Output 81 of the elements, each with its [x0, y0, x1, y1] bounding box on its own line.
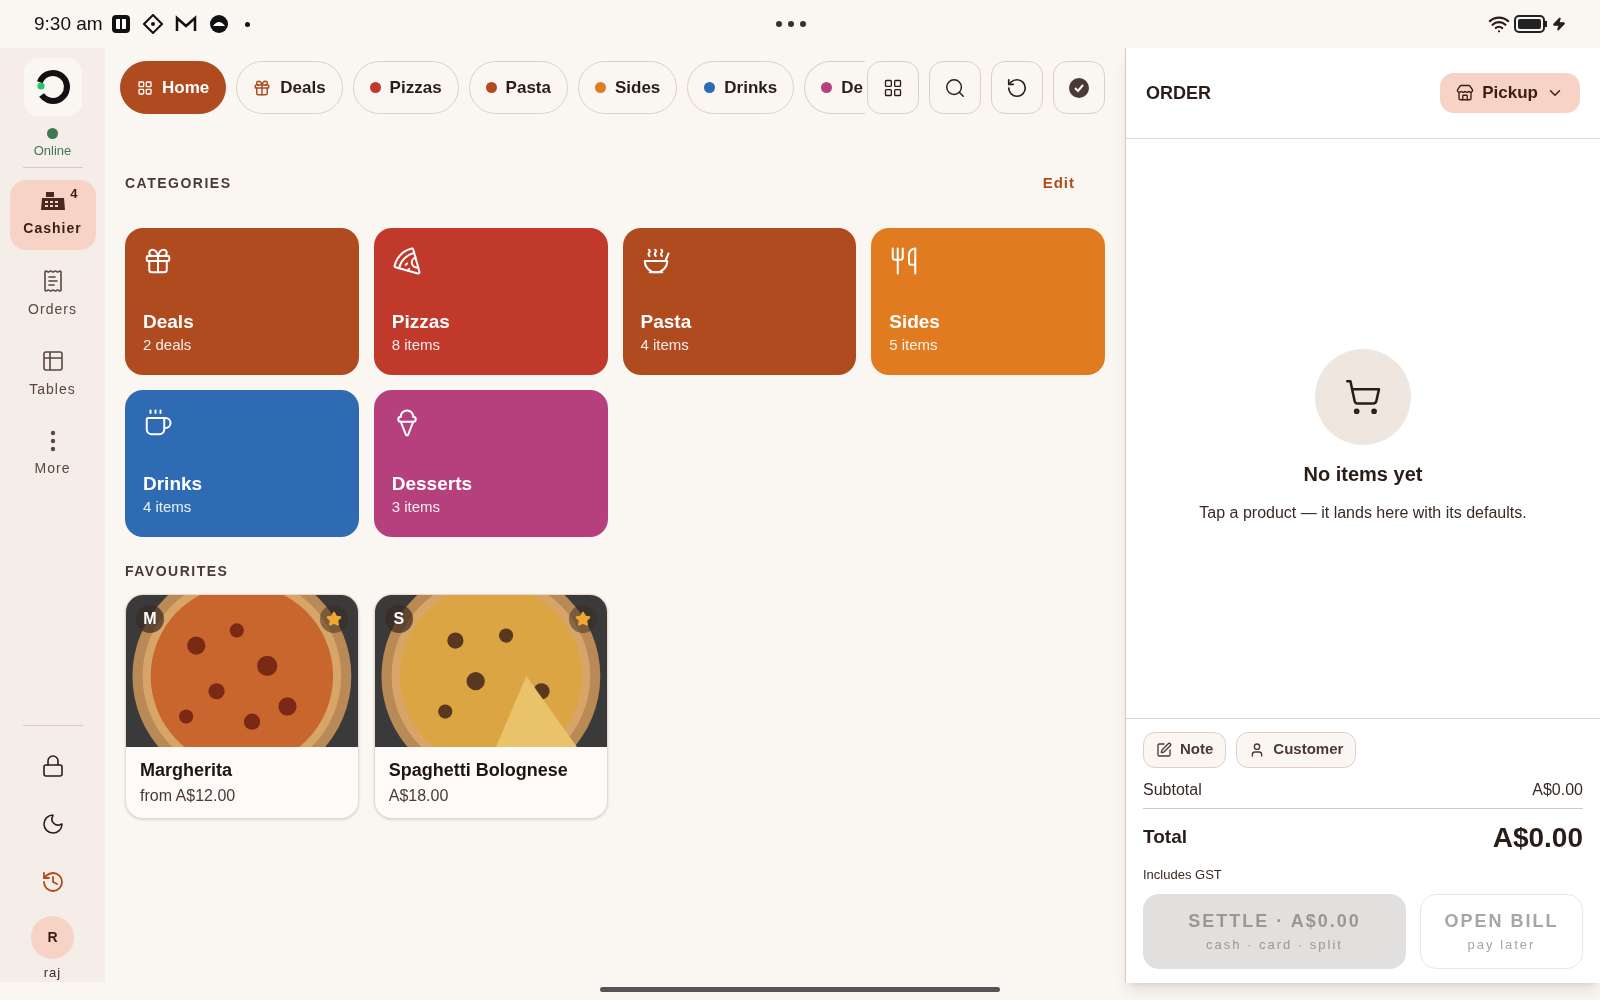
- gamepad-icon: [208, 14, 229, 34]
- note-button[interactable]: Note: [1143, 731, 1227, 768]
- category-tab[interactable]: Pizzas: [352, 61, 459, 114]
- user-avatar[interactable]: R: [31, 915, 74, 959]
- more-icon: [49, 430, 56, 452]
- nav-item[interactable]: 4 Cashier: [9, 179, 96, 250]
- category-count: 2 deals: [143, 335, 192, 355]
- edit-link[interactable]: Edit: [1042, 172, 1075, 195]
- category-name: Sides: [889, 310, 940, 334]
- status-time: 9:30 am: [34, 11, 103, 36]
- pizza-slice-icon: [391, 245, 422, 276]
- nav-item[interactable]: More: [9, 419, 96, 490]
- empty-message: Tap a product — it lands here with its defaults.: [1199, 503, 1527, 523]
- panel-title: ORDER: [1146, 81, 1211, 105]
- user-name: raj: [43, 963, 62, 982]
- subtotal-value: A$0.00: [1532, 779, 1583, 800]
- total-value: A$0.00: [1492, 820, 1583, 855]
- empty-title: No items yet: [1303, 462, 1423, 487]
- category-tab[interactable]: Deals: [236, 61, 343, 114]
- category-name: Pasta: [640, 310, 692, 334]
- category-card[interactable]: Pizzas 8 items: [373, 227, 608, 375]
- category-count: 4 items: [143, 497, 192, 517]
- grid-icon: [883, 77, 903, 98]
- battery-icon: [1514, 15, 1548, 33]
- charging-icon: [1552, 17, 1566, 31]
- product-name: Margherita: [140, 758, 234, 782]
- section-heading: FAVOURITES: [124, 561, 230, 581]
- category-name: Drinks: [143, 472, 203, 496]
- store-icon: [1456, 84, 1475, 102]
- order-type-dropdown[interactable]: Pickup: [1440, 73, 1580, 113]
- nav-item[interactable]: Tables: [9, 339, 96, 410]
- status-label: Online: [33, 142, 72, 160]
- category-tab[interactable]: De: [804, 61, 865, 114]
- search-button[interactable]: [929, 61, 981, 114]
- customer-button[interactable]: Customer: [1236, 731, 1357, 768]
- category-card[interactable]: Desserts 3 items: [373, 389, 608, 537]
- search-icon: [944, 76, 966, 99]
- category-card[interactable]: Drinks 4 items: [125, 389, 359, 537]
- category-count: 3 items: [391, 497, 441, 517]
- more-dots-icon: [775, 21, 806, 27]
- category-tab[interactable]: Home: [120, 61, 227, 114]
- grid-view-button[interactable]: [867, 61, 919, 114]
- category-tab[interactable]: Sides: [577, 61, 678, 114]
- product-price: from A$12.00: [140, 785, 237, 806]
- undo-icon: [1006, 76, 1028, 99]
- confirm-button[interactable]: [1053, 61, 1105, 114]
- category-count: 4 items: [640, 335, 689, 355]
- table-icon: [40, 349, 65, 373]
- category-name: Deals: [143, 310, 194, 334]
- product-card[interactable]: S Spaghetti Bolognese A$18.00: [373, 593, 608, 819]
- tax-note: Includes GST: [1143, 865, 1223, 884]
- nav-count: 4: [70, 184, 78, 203]
- category-count: 8 items: [391, 335, 441, 355]
- edit-icon: [1156, 741, 1172, 758]
- grid-icon: [137, 79, 153, 96]
- cup-icon: [143, 407, 173, 438]
- nav-item[interactable]: Orders: [9, 259, 96, 330]
- product-name: Spaghetti Bolognese: [388, 758, 569, 782]
- app-logo: [23, 58, 82, 116]
- lock-icon: [40, 753, 65, 778]
- undo-button[interactable]: [991, 61, 1043, 114]
- category-name: Pizzas: [391, 310, 450, 334]
- check-circle-icon: [1068, 76, 1090, 99]
- product-card[interactable]: M Margherita from A$12.00: [125, 593, 359, 819]
- history-icon: [40, 869, 65, 894]
- gift-icon: [253, 78, 272, 97]
- category-name: Desserts: [391, 472, 473, 496]
- category-card[interactable]: Deals 2 deals: [125, 227, 359, 375]
- product-price: A$18.00: [388, 785, 450, 806]
- category-card[interactable]: Pasta 4 items: [622, 227, 857, 375]
- category-count: 5 items: [889, 335, 938, 355]
- total-label: Total: [1143, 825, 1187, 850]
- mail-icon: [174, 15, 197, 33]
- category-tab[interactable]: Drinks: [687, 61, 795, 114]
- diamond-icon: [142, 14, 163, 34]
- cash-register-icon: [39, 190, 66, 212]
- subtotal-label: Subtotal: [1143, 779, 1202, 800]
- section-heading: CATEGORIES: [125, 173, 232, 193]
- moon-icon: [40, 811, 65, 836]
- app-notification-icon: [110, 14, 131, 34]
- category-tab[interactable]: Pasta: [468, 61, 568, 114]
